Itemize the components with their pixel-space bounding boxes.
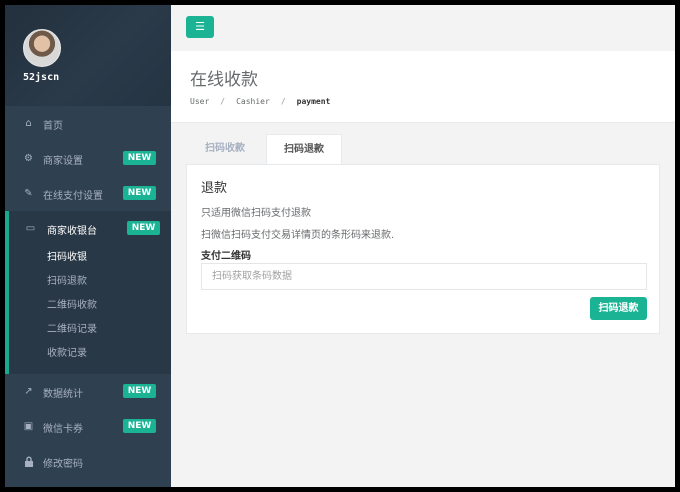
new-badge: NEW xyxy=(123,384,156,398)
sidebar-submenu: 扫码收银 扫码退款 二维码收款 二维码记录 收款记录 xyxy=(9,246,171,374)
new-badge: NEW xyxy=(123,419,156,433)
cogs-icon: ⚙ xyxy=(24,153,33,164)
lock-icon xyxy=(23,456,34,467)
menu-toggle-button[interactable]: ☰ xyxy=(186,16,214,38)
sidebar-item-label: 微信卡券 xyxy=(43,424,83,435)
barcode-input[interactable] xyxy=(201,263,647,290)
sidebar: 52jscn ⌂ 首页 ⚙ 商家设置 NEW ✎ 在线支付设置 NEW ▭ 商家… xyxy=(5,5,171,487)
sidebar-item-label: 商家设置 xyxy=(43,156,83,167)
refund-note-2: 扫微信扫码支付交易详情页的条形码来退款. xyxy=(201,230,395,241)
top-navbar: ☰ xyxy=(171,5,675,51)
sidebar-item-label: 修改密码 xyxy=(43,459,83,470)
tab-scan-payment[interactable]: 扫码收款 xyxy=(186,134,264,164)
sidebar-group-cashier: ▭ 商家收银台 NEW 扫码收银 扫码退款 二维码收款 二维码记录 收款记录 xyxy=(5,211,171,374)
breadcrumb-item-user[interactable]: User xyxy=(190,97,209,106)
sidebar-item-change-password[interactable]: 修改密码 xyxy=(5,444,171,479)
breadcrumb-separator: / xyxy=(280,97,286,106)
sidebar-item-label: 商家收银台 xyxy=(47,226,97,237)
tab-scan-refund[interactable]: 扫码退款 xyxy=(266,134,342,164)
sidebar-subitem-qr-payment[interactable]: 二维码收款 xyxy=(9,294,171,318)
sidebar-subitem-qr-records[interactable]: 二维码记录 xyxy=(9,318,171,342)
username[interactable]: 52jscn xyxy=(23,72,59,83)
sidebar-subitem-scan-cashier[interactable]: 扫码收银 xyxy=(9,246,171,270)
new-badge: NEW xyxy=(127,221,160,235)
page-heading: 在线收款 User / Cashier / payment xyxy=(171,51,675,123)
sidebar-item-statistics[interactable]: ↗ 数据统计 NEW xyxy=(5,374,171,409)
profile-header: 52jscn xyxy=(5,5,171,106)
ticket-icon: ▣ xyxy=(23,421,34,432)
sidebar-item-label: 在线支付设置 xyxy=(43,191,103,202)
new-badge: NEW xyxy=(123,151,156,165)
breadcrumb-separator: / xyxy=(220,97,226,106)
sidebar-item-cashier[interactable]: ▭ 商家收银台 NEW xyxy=(9,211,171,246)
line-chart-icon: ↗ xyxy=(24,386,33,397)
refund-panel: 退款 只适用微信扫码支付退款 扫微信扫码支付交易详情页的条形码来退款. 支付二维… xyxy=(186,164,660,334)
breadcrumb: User / Cashier / payment xyxy=(190,97,330,106)
scan-refund-button[interactable]: 扫码退款 xyxy=(590,297,647,320)
sidebar-subitem-scan-refund[interactable]: 扫码退款 xyxy=(9,270,171,294)
sidebar-subitem-payment-records[interactable]: 收款记录 xyxy=(9,342,171,366)
sidebar-item-home[interactable]: ⌂ 首页 xyxy=(5,106,171,141)
breadcrumb-item-payment: payment xyxy=(296,97,331,106)
refund-note-1: 只适用微信扫码支付退款 xyxy=(201,208,311,219)
sidebar-item-label: 首页 xyxy=(43,121,63,132)
breadcrumb-item-cashier[interactable]: Cashier xyxy=(236,97,270,106)
panel-title: 退款 xyxy=(201,181,228,196)
new-badge: NEW xyxy=(123,186,156,200)
sidebar-item-merchant-settings[interactable]: ⚙ 商家设置 NEW xyxy=(5,141,171,176)
avatar[interactable] xyxy=(23,29,61,67)
laptop-icon: ▭ xyxy=(25,223,36,234)
tab-bar: 扫码收款 扫码退款 xyxy=(186,134,660,164)
sidebar-item-online-payment-settings[interactable]: ✎ 在线支付设置 NEW xyxy=(5,176,171,211)
sidebar-nav: ⌂ 首页 ⚙ 商家设置 NEW ✎ 在线支付设置 NEW ▭ 商家收银台 NEW xyxy=(5,106,171,479)
home-icon: ⌂ xyxy=(25,118,32,129)
sidebar-item-label: 数据统计 xyxy=(43,389,83,400)
page-title: 在线收款 xyxy=(190,70,258,90)
sidebar-item-wechat-coupons[interactable]: ▣ 微信卡券 NEW xyxy=(5,409,171,444)
wrench-icon: ✎ xyxy=(24,188,33,199)
qr-code-label: 支付二维码 xyxy=(201,251,251,262)
hamburger-icon: ☰ xyxy=(195,20,205,33)
